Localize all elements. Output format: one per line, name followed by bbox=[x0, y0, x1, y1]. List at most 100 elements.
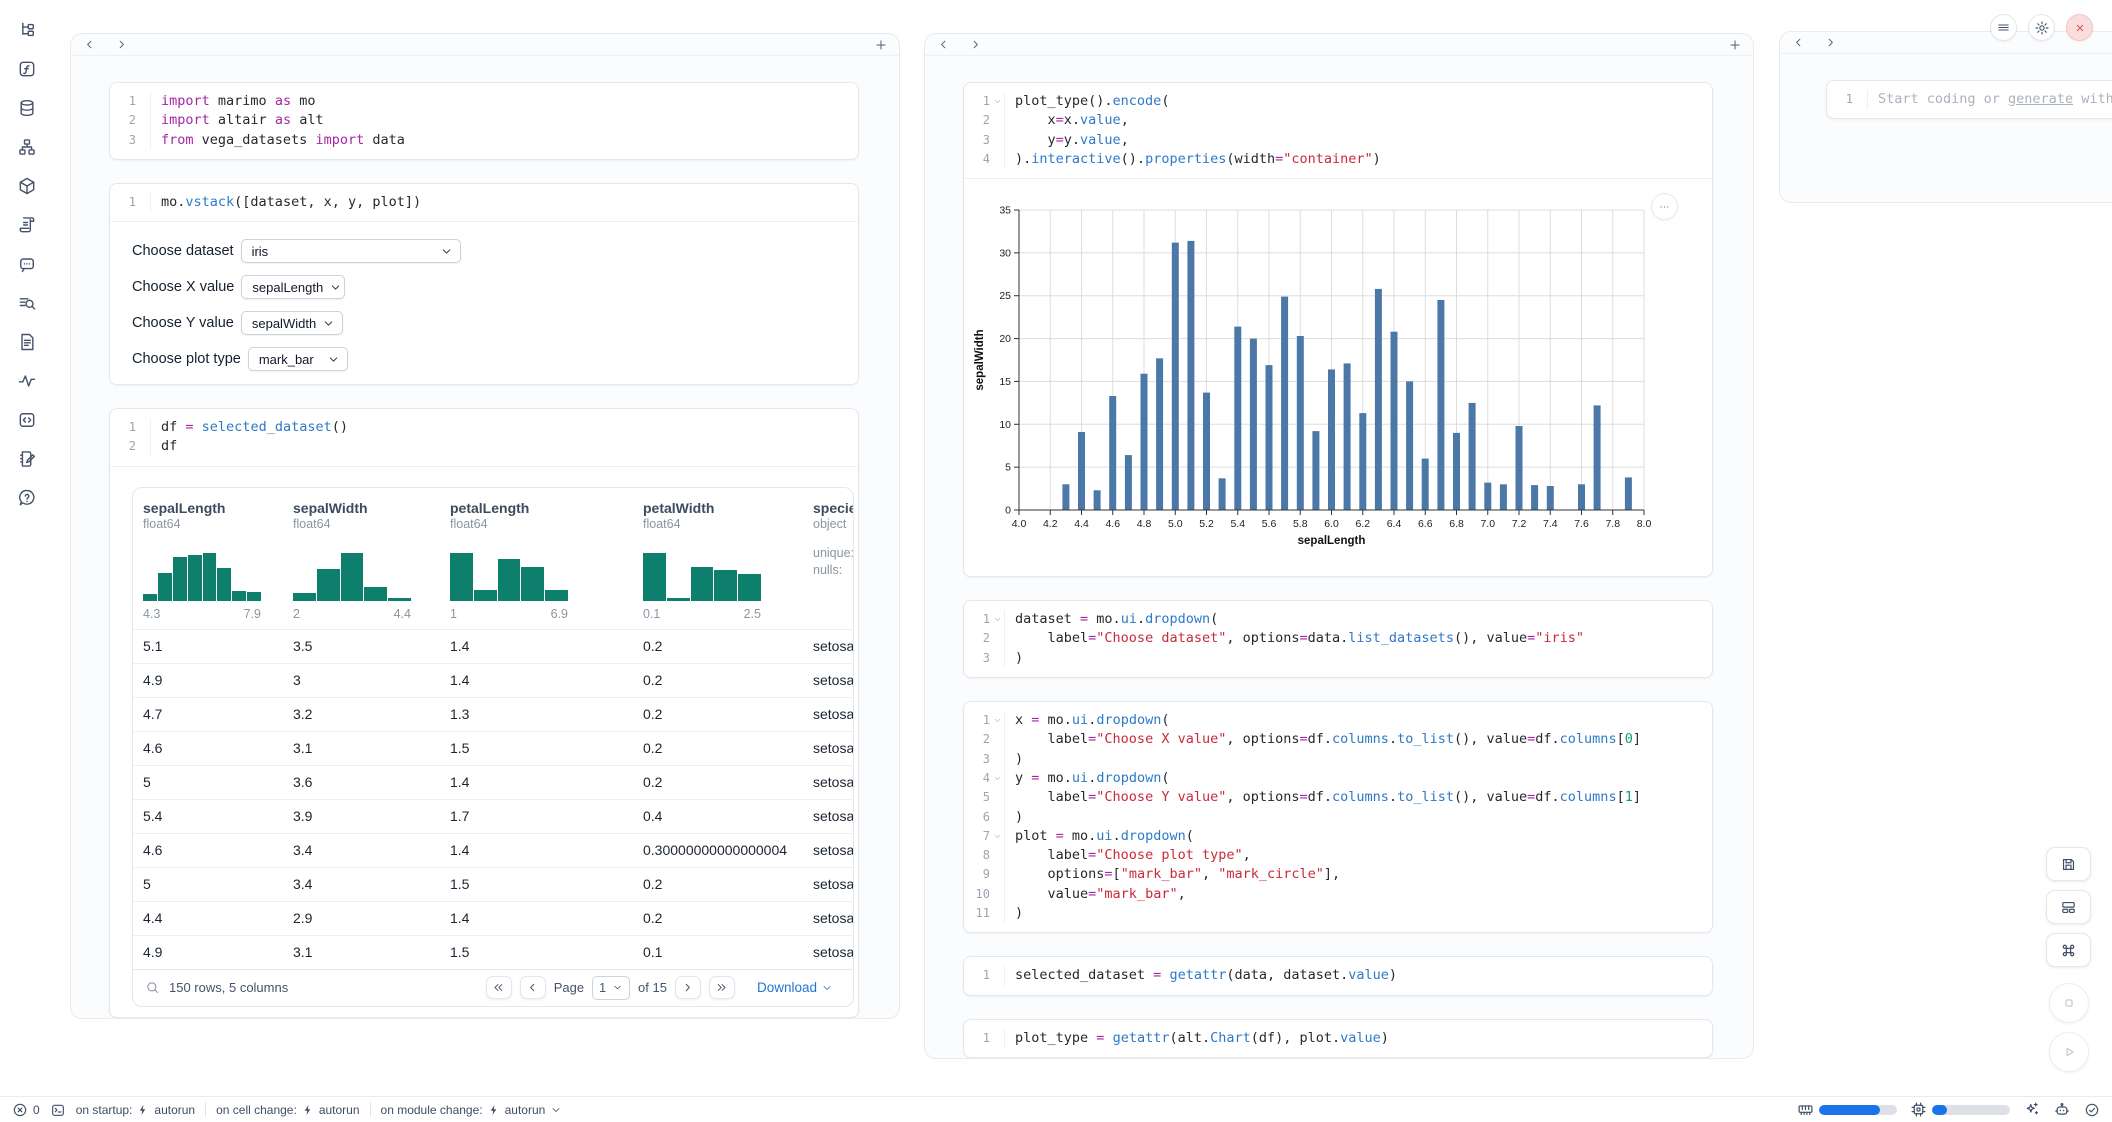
code-editor[interactable]: 1selected_dataset = getattr(data, datase… bbox=[964, 957, 1712, 994]
notebook-cell-dataframe[interactable]: 1df = selected_dataset()2df sepalLengthfl… bbox=[109, 408, 859, 1018]
runtime-setting-0[interactable]: on startup:autorun bbox=[76, 1103, 195, 1117]
column-next-button[interactable] bbox=[1822, 35, 1838, 51]
fold-slot bbox=[136, 92, 150, 111]
save-button[interactable] bbox=[2046, 847, 2091, 881]
column-histogram[interactable] bbox=[143, 539, 261, 601]
last-page-button[interactable] bbox=[709, 976, 735, 999]
error-indicator[interactable]: 0 bbox=[12, 1102, 40, 1118]
chart-actions-button[interactable] bbox=[1651, 193, 1678, 220]
code-editor[interactable]: 1x = mo.ui.dropdown(2 label="Choose X va… bbox=[964, 702, 1712, 932]
table-row[interactable]: 53.61.40.2setosa bbox=[133, 765, 853, 799]
column-histogram[interactable] bbox=[450, 539, 568, 601]
sidebar-packages-button[interactable] bbox=[17, 176, 37, 196]
keyboard-shortcuts-button[interactable] bbox=[2046, 933, 2091, 967]
fold-slot[interactable] bbox=[990, 92, 1004, 111]
column-header[interactable]: petalLengthfloat6416.9 bbox=[450, 500, 643, 629]
column-histogram[interactable] bbox=[643, 539, 761, 601]
plot-type-select[interactable]: mark_bar bbox=[248, 347, 348, 371]
column-header[interactable]: sepalLengthfloat644.37.9 bbox=[143, 500, 293, 629]
column-header[interactable]: speciesobjectunique:nulls: bbox=[813, 500, 854, 629]
add-cell-button[interactable] bbox=[1727, 37, 1743, 53]
notebook-cell-plot-cell[interactable]: 1plot_type().encode(2 x=x.value,3 y=y.va… bbox=[963, 82, 1713, 577]
sidebar-tracing-button[interactable] bbox=[17, 293, 37, 313]
notebook-cell-vstack-controls[interactable]: 1mo.vstack([dataset, x, y, plot])Choose … bbox=[109, 183, 859, 385]
code-editor[interactable]: 1dataset = mo.ui.dropdown(2 label="Choos… bbox=[964, 601, 1712, 677]
dataset-select[interactable]: iris bbox=[241, 239, 461, 263]
page-select[interactable]: 1 bbox=[592, 976, 630, 1000]
table-row[interactable]: 5.13.51.40.2setosa bbox=[133, 629, 853, 663]
notebook-cell-plot-type[interactable]: 1plot_type = getattr(alt.Chart(df), plot… bbox=[963, 1019, 1713, 1058]
code-editor[interactable]: 1df = selected_dataset()2df bbox=[110, 409, 858, 466]
first-page-button[interactable] bbox=[486, 976, 512, 999]
sidebar-help-button[interactable] bbox=[17, 488, 37, 508]
column-prev-button[interactable] bbox=[81, 37, 97, 53]
runtime-setting-1[interactable]: on cell change:autorun bbox=[216, 1103, 359, 1117]
code-editor[interactable]: 1import marimo as mo2import altair as al… bbox=[110, 83, 858, 159]
next-page-button[interactable] bbox=[675, 976, 701, 999]
notebook-cell-imports[interactable]: 1import marimo as mo2import altair as al… bbox=[109, 82, 859, 160]
runtime-setting-2[interactable]: on module change:autorun bbox=[381, 1103, 563, 1117]
fold-slot[interactable] bbox=[990, 711, 1004, 730]
table-row[interactable]: 53.41.50.2setosa bbox=[133, 867, 853, 901]
run-all-button[interactable] bbox=[2049, 1032, 2089, 1072]
generate-with-ai-link[interactable]: generate bbox=[2008, 91, 2073, 107]
code-editor[interactable]: 1plot_type().encode(2 x=x.value,3 y=y.va… bbox=[964, 83, 1712, 178]
table-row[interactable]: 4.63.11.50.2setosa bbox=[133, 731, 853, 765]
layout-toggle-button[interactable] bbox=[2046, 890, 2091, 924]
sepal-bar-chart[interactable]: 4.04.24.44.64.85.05.25.45.65.86.06.26.46… bbox=[970, 187, 1686, 565]
notebook-cell-new[interactable]: 1Start coding or generate with bbox=[1826, 80, 2112, 119]
notebook-cell-selected-dataset[interactable]: 1selected_dataset = getattr(data, datase… bbox=[963, 956, 1713, 995]
table-row[interactable]: 5.43.91.70.4setosa bbox=[133, 799, 853, 833]
fold-slot bbox=[990, 150, 1004, 169]
fold-slot[interactable] bbox=[990, 827, 1004, 846]
sidebar-documentation-button[interactable] bbox=[17, 332, 37, 352]
sidebar-chat-button[interactable] bbox=[17, 254, 37, 274]
connection-status[interactable] bbox=[2084, 1102, 2100, 1118]
sidebar-logs-button[interactable] bbox=[17, 215, 37, 235]
code-editor[interactable]: 1Start coding or generate with bbox=[1827, 81, 2112, 118]
sidebar-snippets-button[interactable] bbox=[17, 410, 37, 430]
settings-button[interactable] bbox=[2028, 14, 2055, 41]
table-row[interactable]: 4.63.41.40.30000000000000004setosa bbox=[133, 833, 853, 867]
sidebar-functions-button[interactable] bbox=[17, 59, 37, 79]
sidebar-scratchpad-button[interactable] bbox=[17, 449, 37, 469]
svg-text:10: 10 bbox=[999, 419, 1011, 431]
terminal-toggle-button[interactable] bbox=[50, 1102, 66, 1118]
ai-assist-button[interactable] bbox=[2023, 1101, 2040, 1118]
stop-button[interactable] bbox=[2049, 983, 2089, 1023]
code-editor[interactable]: 1plot_type = getattr(alt.Chart(df), plot… bbox=[964, 1020, 1712, 1057]
fold-slot[interactable] bbox=[990, 610, 1004, 629]
column-next-button[interactable] bbox=[113, 37, 129, 53]
sidebar-file-explorer-button[interactable] bbox=[17, 20, 37, 40]
column-header[interactable]: sepalWidthfloat6424.4 bbox=[293, 500, 450, 629]
y-value-select[interactable]: sepalWidth bbox=[241, 311, 343, 335]
sidebar-profiler-button[interactable] bbox=[17, 371, 37, 391]
copilot-button[interactable] bbox=[2053, 1101, 2071, 1119]
sidebar-dependency-graph-button[interactable] bbox=[17, 137, 37, 157]
notebook-cell-xy-plot-dropdowns[interactable]: 1x = mo.ui.dropdown(2 label="Choose X va… bbox=[963, 701, 1713, 933]
column-header-bar bbox=[71, 34, 899, 56]
table-search-icon[interactable] bbox=[145, 980, 160, 995]
column-prev-button[interactable] bbox=[1790, 35, 1806, 51]
add-cell-button[interactable] bbox=[873, 37, 889, 53]
shutdown-button[interactable] bbox=[2066, 14, 2093, 41]
table-row[interactable]: 4.73.21.30.2setosa bbox=[133, 697, 853, 731]
rows-summary: 150 rows, 5 columns bbox=[169, 980, 288, 995]
notebook-menu-button[interactable] bbox=[1990, 14, 2017, 41]
fold-slot[interactable] bbox=[990, 769, 1004, 788]
sidebar-datasources-button[interactable] bbox=[17, 98, 37, 118]
x-value-select[interactable]: sepalLength bbox=[241, 275, 345, 299]
prev-page-button[interactable] bbox=[520, 976, 546, 999]
column-next-button[interactable] bbox=[967, 37, 983, 53]
column-prev-button[interactable] bbox=[935, 37, 951, 53]
code-editor[interactable]: 1mo.vstack([dataset, x, y, plot]) bbox=[110, 184, 858, 221]
table-row[interactable]: 4.42.91.40.2setosa bbox=[133, 901, 853, 935]
column-header[interactable]: petalWidthfloat640.12.5 bbox=[643, 500, 813, 629]
column-histogram[interactable] bbox=[293, 539, 411, 601]
table-cell: 4.9 bbox=[143, 944, 293, 960]
table-row[interactable]: 4.93.11.50.1setosa bbox=[133, 935, 853, 969]
code-line: 5 label="Choose Y value", options=df.col… bbox=[964, 788, 1712, 807]
table-row[interactable]: 4.931.40.2setosa bbox=[133, 663, 853, 697]
download-button[interactable]: Download bbox=[751, 979, 839, 996]
notebook-cell-dataset-dropdown[interactable]: 1dataset = mo.ui.dropdown(2 label="Choos… bbox=[963, 600, 1713, 678]
